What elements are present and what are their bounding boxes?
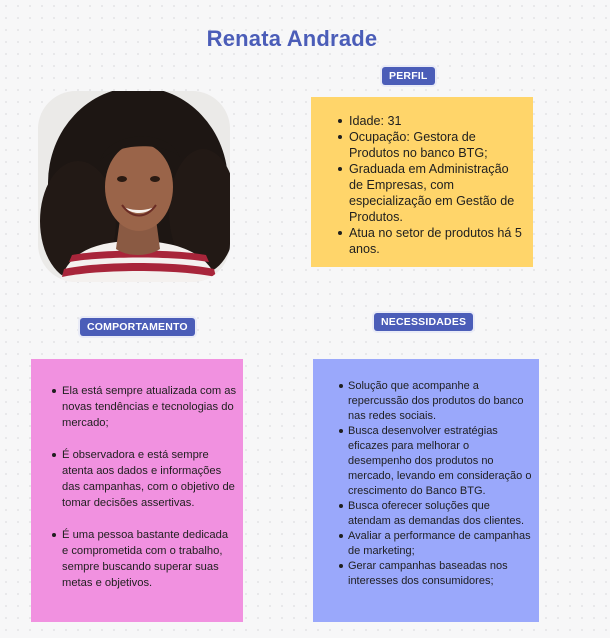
behavior-label: COMPORTAMENTO	[80, 318, 195, 336]
behavior-card: Ela está sempre atualizada com as novas …	[31, 359, 243, 622]
needs-item: Busca desenvolver estratégias eficazes p…	[339, 425, 532, 497]
needs-card: Solução que acompanhe a repercussão dos …	[313, 359, 539, 622]
behavior-item: É observadora e está sempre atenta aos d…	[52, 447, 237, 511]
profile-item-experience: Atua no setor de produtos há 5 anos.	[338, 225, 525, 257]
needs-item: Solução que acompanhe a repercussão dos …	[339, 379, 533, 424]
profile-item-education: Graduada em Administração de Empresas, c…	[338, 161, 525, 225]
profile-item-age: Idade: 31	[338, 113, 525, 129]
needs-item: Avaliar a performance de campanhas de ma…	[339, 529, 533, 559]
profile-item-occupation: Ocupação: Gestora de Produtos no banco B…	[338, 129, 525, 161]
needs-item: Gerar campanhas baseadas nos interesses …	[339, 559, 533, 589]
behavior-item: É uma pessoa bastante dedicada e comprom…	[52, 527, 237, 591]
profile-label: PERFIL	[382, 67, 435, 85]
needs-item: Busca oferecer soluções que atendam as d…	[339, 499, 533, 529]
persona-name: Renata Andrade	[206, 26, 378, 51]
persona-photo	[38, 91, 230, 282]
behavior-list: Ela está sempre atualizada com as novas …	[52, 383, 237, 591]
behavior-item: Ela está sempre atualizada com as novas …	[52, 385, 237, 429]
needs-label: NECESSIDADES	[374, 313, 474, 331]
needs-list: Solução que acompanhe a repercussão dos …	[339, 379, 533, 589]
person-portrait-icon	[38, 91, 230, 282]
profile-card: Idade: 31 Ocupação: Gestora de Produtos …	[311, 97, 533, 267]
profile-list: Idade: 31 Ocupação: Gestora de Produtos …	[338, 113, 525, 257]
